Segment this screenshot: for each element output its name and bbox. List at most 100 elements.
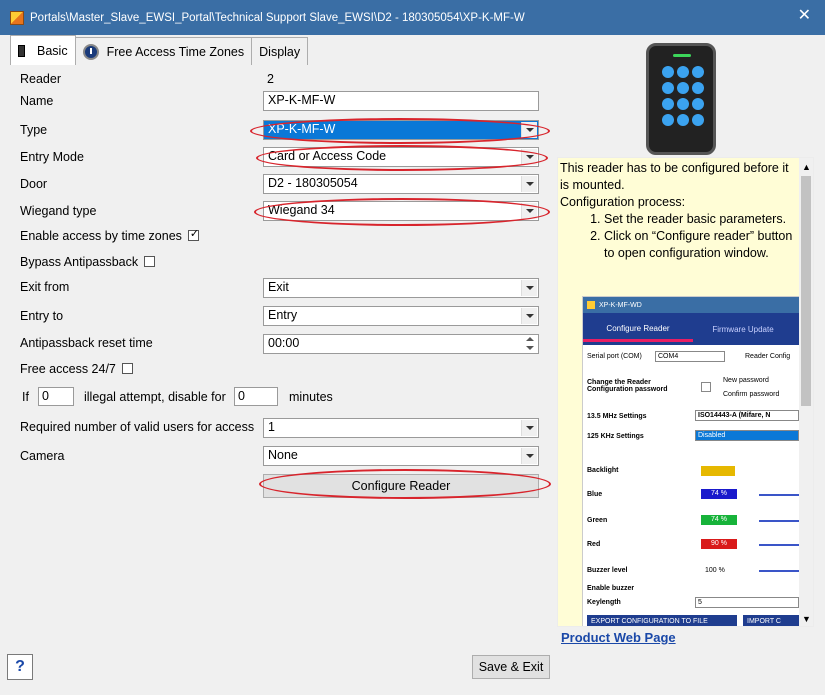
scroll-up-icon[interactable]: ▲ xyxy=(802,162,811,172)
name-input[interactable]: XP-K-MF-W xyxy=(263,91,539,111)
info-text: This reader has to be configured before … xyxy=(560,160,796,262)
type-label: Type xyxy=(20,123,48,137)
save-exit-button[interactable]: Save & Exit xyxy=(472,655,550,679)
preview-pw-checkbox xyxy=(701,382,711,392)
preview-red-label: Red xyxy=(587,541,601,548)
window-client: Basic Free Access Time Zones Display Rea… xyxy=(0,35,825,695)
preview-serial-label: Serial port (COM) xyxy=(587,353,642,360)
if-label: If xyxy=(22,390,29,404)
reader-led-icon xyxy=(673,54,691,57)
product-web-page-link[interactable]: Product Web Page xyxy=(561,630,676,645)
preview-enable-buzzer-label: Enable buzzer xyxy=(587,585,635,592)
name-label: Name xyxy=(20,94,54,108)
preview-red-slider xyxy=(759,544,799,546)
camera-value: None xyxy=(268,448,298,462)
bypass-checkbox[interactable] xyxy=(144,256,156,267)
wiegand-label: Wiegand type xyxy=(20,204,97,218)
door-value: D2 - 180305054 xyxy=(268,176,358,190)
required-users-select[interactable]: 1 xyxy=(263,418,539,438)
minutes-label: minutes xyxy=(289,390,333,404)
info-step: Set the reader basic parameters. xyxy=(604,211,796,228)
camera-select[interactable]: None xyxy=(263,446,539,466)
preview-khz-label: 125 KHz Settings xyxy=(587,433,644,440)
configuration-window-preview: XP-K-MF-WD Configure Reader Firmware Upd… xyxy=(582,296,800,626)
preview-green-slider xyxy=(759,520,799,522)
reader-label: Reader xyxy=(20,72,61,86)
preview-green-label: Green xyxy=(587,517,608,524)
bypass-label: Bypass Antipassback xyxy=(20,255,139,269)
free-access-label: Free access 24/7 xyxy=(20,362,116,376)
free-access-row: Free access 24/7 xyxy=(20,362,133,376)
wiegand-value: Wiegand 34 xyxy=(268,203,335,217)
app-icon xyxy=(587,301,595,309)
chevron-down-icon[interactable] xyxy=(521,420,537,436)
info-intro: This reader has to be configured before … xyxy=(560,161,789,192)
tab-display-label: Display xyxy=(259,44,301,59)
app-icon xyxy=(10,10,24,25)
preview-green-bar: 74 % xyxy=(701,515,737,525)
chevron-down-icon[interactable] xyxy=(521,448,537,464)
info-process-title: Configuration process: xyxy=(560,195,686,209)
tab-display[interactable]: Display xyxy=(251,37,309,65)
exit-from-value: Exit xyxy=(268,280,289,294)
preview-import-button: IMPORT C xyxy=(743,615,799,626)
spin-up-icon[interactable] xyxy=(524,336,536,344)
enable-tz-label: Enable access by time zones xyxy=(20,229,182,243)
info-panel[interactable]: This reader has to be configured before … xyxy=(557,157,814,627)
entry-mode-label: Entry Mode xyxy=(20,150,84,164)
wiegand-select[interactable]: Wiegand 34 xyxy=(263,201,539,221)
preview-backlight-swatch xyxy=(701,466,735,476)
preview-change-pw: Change the Reader Configuration password xyxy=(587,379,668,393)
entry-to-value: Entry xyxy=(268,308,298,322)
help-button[interactable]: ? xyxy=(7,654,33,680)
spin-down-icon[interactable] xyxy=(524,344,536,352)
chevron-down-icon[interactable] xyxy=(521,203,537,219)
preview-export-button: EXPORT CONFIGURATION TO FILE xyxy=(587,615,737,626)
tab-free-access-time-zones[interactable]: Free Access Time Zones xyxy=(74,37,253,65)
exit-from-select[interactable]: Exit xyxy=(263,278,539,298)
entry-to-select[interactable]: Entry xyxy=(263,306,539,326)
preview-serial-value: COM4 xyxy=(655,351,725,362)
illegal-attempts-input[interactable]: 0 xyxy=(38,387,74,406)
type-select-value: XP-K-MF-W xyxy=(268,122,336,136)
apb-reset-input[interactable]: 00:00 xyxy=(263,334,539,354)
preview-reader-config: Reader Config xyxy=(745,353,791,360)
preview-buzzer-slider xyxy=(759,570,799,572)
info-scrollbar[interactable]: ▲ ▼ xyxy=(799,158,813,626)
entry-mode-value: Card or Access Code xyxy=(268,149,387,163)
preview-khz-value: Disabled xyxy=(695,430,799,441)
chevron-down-icon[interactable] xyxy=(521,122,537,138)
door-select[interactable]: D2 - 180305054 xyxy=(263,174,539,194)
configure-reader-button[interactable]: Configure Reader xyxy=(263,474,539,498)
preview-title-bar: XP-K-MF-WD xyxy=(583,297,799,313)
required-users-label: Required number of valid users for acces… xyxy=(20,420,255,434)
scroll-down-icon[interactable]: ▼ xyxy=(802,614,811,624)
enable-tz-row: Enable access by time zones xyxy=(20,227,199,243)
preview-blue-label: Blue xyxy=(587,491,603,498)
scroll-thumb[interactable] xyxy=(801,176,811,406)
preview-buzzer-level-value: 100 % xyxy=(705,567,725,574)
chevron-down-icon[interactable] xyxy=(521,280,537,296)
preview-confirm-pw: Confirm password xyxy=(723,391,780,398)
chevron-down-icon[interactable] xyxy=(521,308,537,324)
tab-basic[interactable]: Basic xyxy=(10,35,76,65)
preview-keylength-label: Keylength xyxy=(587,599,621,606)
chevron-down-icon[interactable] xyxy=(521,149,537,165)
type-select[interactable]: XP-K-MF-W xyxy=(263,120,539,140)
free-access-checkbox[interactable] xyxy=(121,363,133,374)
chevron-down-icon[interactable] xyxy=(521,176,537,192)
phone-icon xyxy=(18,44,25,57)
enable-tz-checkbox[interactable] xyxy=(187,227,199,241)
entry-mode-select[interactable]: Card or Access Code xyxy=(263,147,539,167)
close-icon[interactable]: ✕ xyxy=(798,8,811,24)
preview-tab-configure: Configure Reader xyxy=(583,316,693,342)
preview-tab-firmware: Firmware Update xyxy=(712,324,774,334)
tab-basic-label: Basic xyxy=(37,43,68,58)
preview-blue-bar: 74 % xyxy=(701,489,737,499)
preview-mhz-label: 13.5 MHz Settings xyxy=(587,413,647,420)
preview-new-pw: New password xyxy=(723,377,769,384)
window-title: Portals\Master_Slave_EWSI_Portal\Technic… xyxy=(30,11,525,24)
disable-minutes-input[interactable]: 0 xyxy=(234,387,278,406)
tab-strip: Basic Free Access Time Zones Display xyxy=(10,35,309,65)
clock-icon xyxy=(82,43,99,60)
